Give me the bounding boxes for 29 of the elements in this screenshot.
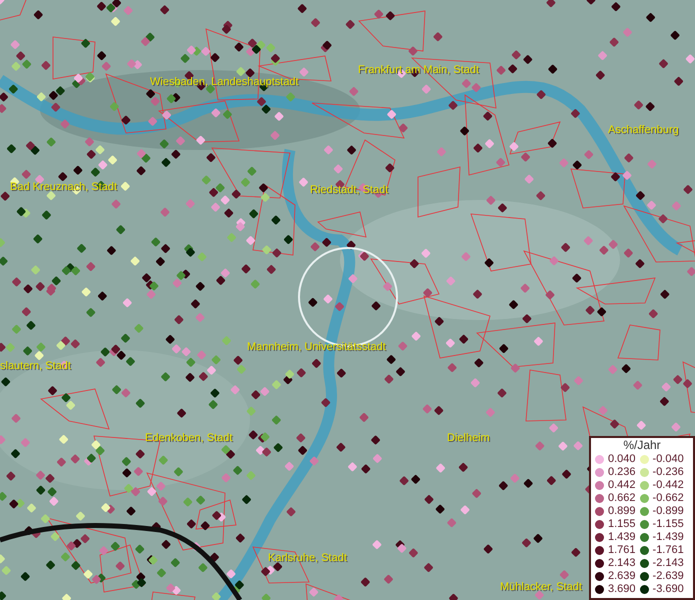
legend-value: -1.761 bbox=[652, 544, 684, 557]
legend-value: -1.155 bbox=[652, 518, 684, 531]
legend-value: -2.143 bbox=[652, 557, 684, 570]
legend-value: -3.690 bbox=[652, 583, 684, 596]
legend-value: 1.155 bbox=[608, 518, 636, 531]
legend-value: -0.442 bbox=[652, 479, 684, 492]
place-label: Mühlacker, Stadt bbox=[500, 580, 582, 595]
place-label: Aschaffenburg bbox=[608, 123, 679, 138]
legend-value: -1.439 bbox=[652, 531, 684, 544]
legend-value: 1.439 bbox=[608, 531, 636, 544]
legend-value: 3.690 bbox=[608, 583, 636, 596]
legend-value: 2.143 bbox=[608, 557, 636, 570]
legend-value: 0.899 bbox=[608, 505, 636, 518]
legend-title: %/Jahr bbox=[622, 438, 662, 453]
place-label: slautern, Stadt bbox=[0, 359, 71, 374]
legend-value: 1.761 bbox=[608, 544, 636, 557]
legend-value: 2.639 bbox=[608, 570, 636, 583]
legend-value: -0.662 bbox=[652, 492, 684, 505]
legend-value: -0.899 bbox=[652, 505, 684, 518]
legend-value: -0.040 bbox=[652, 453, 684, 466]
legend-value: 0.040 bbox=[608, 453, 636, 466]
legend-value: 0.236 bbox=[608, 466, 636, 479]
legend-value: -0.236 bbox=[652, 466, 684, 479]
legend-value: 0.442 bbox=[608, 479, 636, 492]
place-label: Edenkoben, Stadt bbox=[145, 431, 232, 446]
place-label: Dielheim bbox=[447, 431, 490, 446]
legend-value: -2.639 bbox=[652, 570, 684, 583]
place-label: Mannheim, Universitätsstadt bbox=[247, 340, 386, 355]
legend-value: 0.662 bbox=[608, 492, 636, 505]
